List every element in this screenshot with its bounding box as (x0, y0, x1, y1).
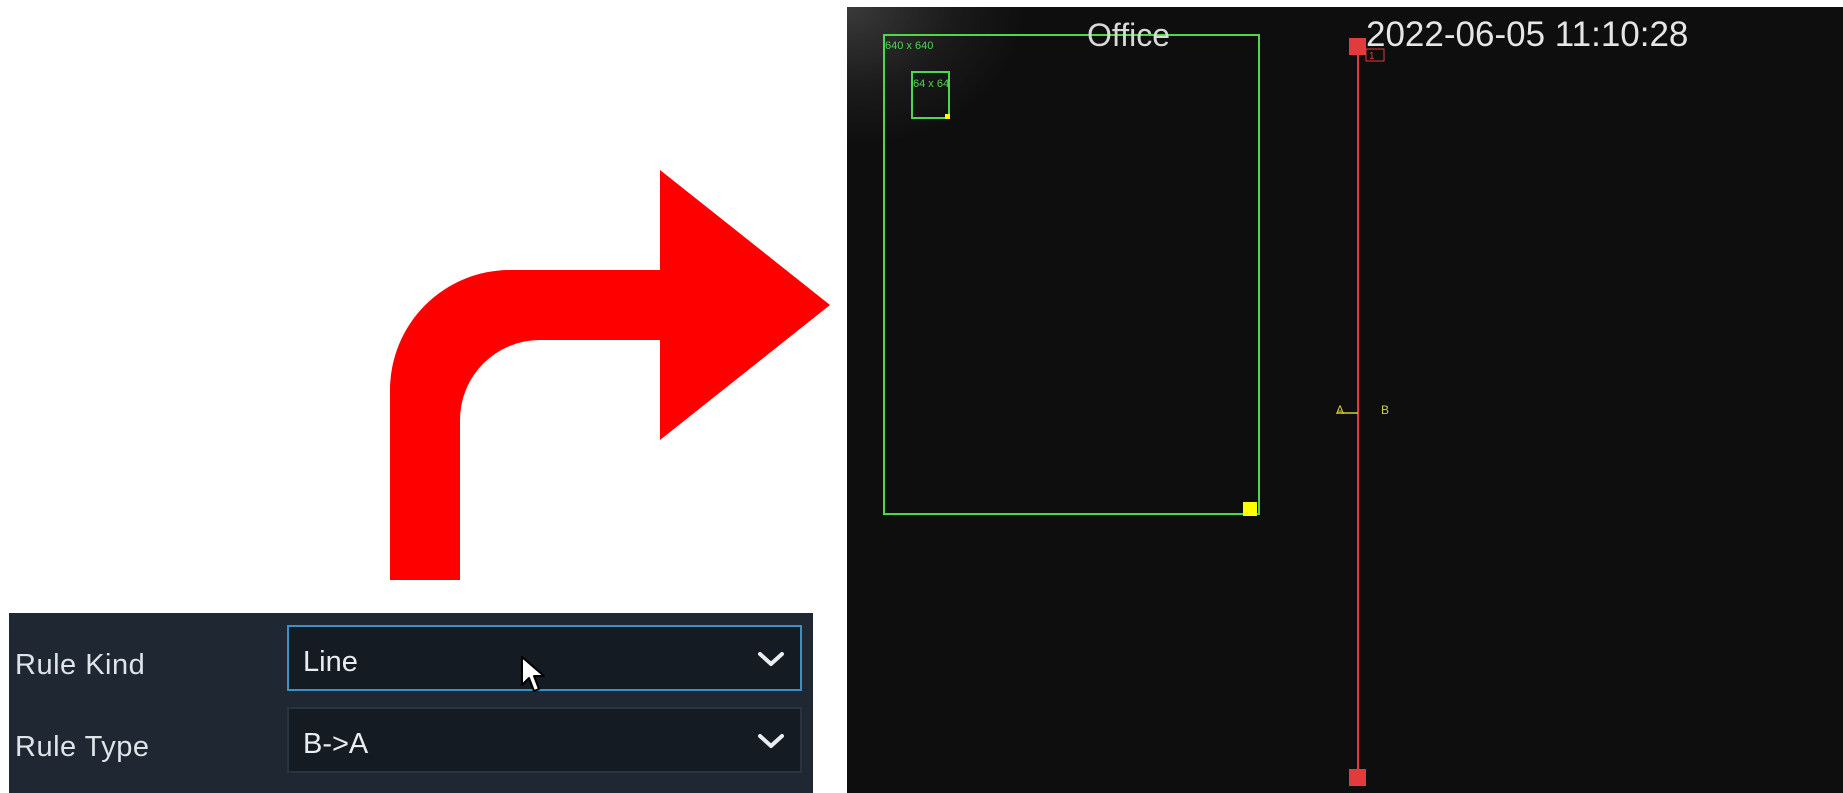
tripwire-bottom-handle[interactable] (1349, 769, 1366, 786)
rule-kind-label: Rule Kind (15, 649, 146, 681)
tripwire-top-handle[interactable] (1349, 38, 1366, 55)
outer-detection-box[interactable] (883, 34, 1260, 515)
chevron-down-icon[interactable] (756, 647, 786, 671)
chevron-down-icon[interactable] (756, 729, 786, 753)
page: Rule Kind Line Rule Type B->A Office 202… (0, 0, 1843, 793)
mouse-cursor-icon (521, 656, 545, 692)
inner-box-size-label: 64 x 64 (913, 78, 950, 90)
rule-settings-panel: Rule Kind Line Rule Type B->A (9, 613, 813, 793)
curved-arrow-icon (390, 170, 830, 580)
side-b-label: B (1381, 403, 1390, 417)
inner-box-resize-handle[interactable] (945, 114, 950, 119)
side-a-label: A (1336, 403, 1345, 417)
rule-type-row: Rule Type B->A (9, 705, 813, 785)
detection-overlay[interactable] (847, 7, 1843, 793)
channel-name: Office (1087, 17, 1170, 53)
rule-type-value: B->A (303, 728, 369, 760)
rule-kind-value: Line (303, 646, 358, 678)
outer-box-resize-handle[interactable] (1243, 502, 1257, 516)
rule-type-select[interactable]: B->A (287, 707, 802, 773)
rule-type-label: Rule Type (15, 731, 150, 763)
camera-view[interactable]: Office 2022-06-05 11:10:28 640 x 640 64 … (847, 7, 1843, 793)
timestamp: 2022-06-05 11:10:28 (1366, 15, 1689, 54)
rule-kind-row: Rule Kind Line (9, 623, 813, 703)
outer-box-size-label: 640 x 640 (885, 40, 934, 52)
line-id-label: 1 (1369, 51, 1375, 62)
